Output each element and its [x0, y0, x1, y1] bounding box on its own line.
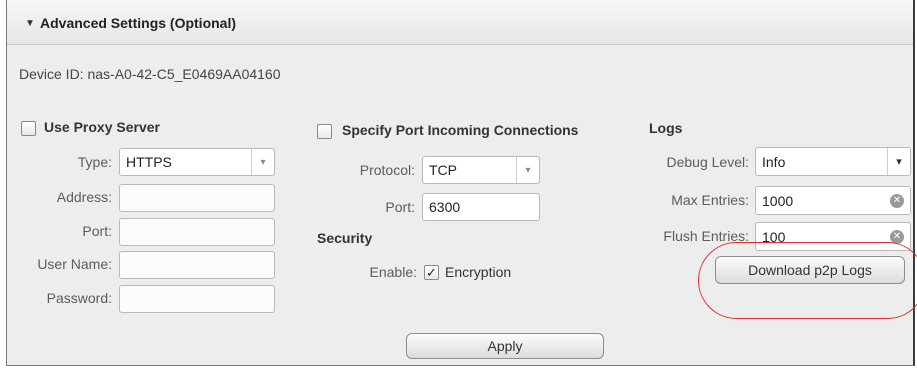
- use-proxy-checkbox[interactable]: [21, 121, 36, 136]
- max-entries-value: 1000: [762, 192, 794, 209]
- encryption-label: Encryption: [445, 264, 512, 280]
- proxy-password-input[interactable]: [119, 285, 275, 313]
- protocol-value: TCP: [429, 162, 457, 178]
- use-proxy-label: Use Proxy Server: [44, 119, 160, 135]
- port-value: 6300: [429, 199, 461, 215]
- port-label: Port:: [385, 199, 415, 215]
- chevron-down-icon[interactable]: ▾: [251, 149, 274, 175]
- proxy-port-input[interactable]: [119, 218, 275, 246]
- protocol-label: Protocol:: [359, 162, 415, 178]
- download-p2p-logs-button[interactable]: Download p2p Logs: [715, 256, 905, 284]
- proxy-address-label: Address:: [56, 189, 112, 205]
- apply-button[interactable]: Apply: [406, 333, 604, 359]
- debug-level-label: Debug Level:: [666, 154, 749, 170]
- proxy-type-select[interactable]: HTTPS ▾: [119, 148, 275, 176]
- advanced-settings-panel: ▼ Advanced Settings (Optional) Device ID…: [6, 0, 917, 366]
- chevron-down-icon[interactable]: ▾: [516, 157, 539, 183]
- checkmark-icon: ✓: [426, 265, 437, 280]
- specify-port-label: Specify Port Incoming Connections: [342, 122, 579, 138]
- max-entries-label: Max Entries:: [671, 192, 749, 208]
- proxy-address-input[interactable]: [119, 184, 275, 212]
- security-enable-label: Enable:: [369, 264, 417, 280]
- logs-title: Logs: [649, 120, 683, 136]
- max-entries-input[interactable]: 1000 ✕: [755, 186, 911, 215]
- specify-port-checkbox[interactable]: [317, 124, 332, 139]
- encryption-checkbox[interactable]: ✓: [424, 265, 439, 280]
- proxy-type-label: Type:: [77, 154, 112, 170]
- debug-level-select[interactable]: Info ▾: [755, 147, 911, 176]
- port-input[interactable]: 6300: [422, 193, 540, 221]
- proxy-port-label: Port:: [82, 223, 112, 239]
- chevron-down-icon[interactable]: ▾: [887, 148, 910, 175]
- device-id-row: Device ID: nas-A0-42-C5_E0469AA04160: [19, 66, 281, 82]
- triangle-down-icon[interactable]: ▼: [25, 18, 35, 29]
- debug-level-value: Info: [762, 153, 786, 170]
- proxy-type-value: HTTPS: [126, 154, 172, 170]
- proxy-username-label: User Name:: [37, 256, 112, 272]
- device-id-label: Device ID:: [19, 66, 84, 82]
- flush-entries-label: Flush Entries:: [663, 228, 749, 244]
- proxy-password-label: Password:: [46, 290, 112, 306]
- panel-title: Advanced Settings (Optional): [40, 15, 237, 31]
- security-title: Security: [317, 230, 373, 246]
- proxy-username-input[interactable]: [119, 251, 275, 279]
- device-id-value: nas-A0-42-C5_E0469AA04160: [87, 66, 281, 82]
- clear-icon[interactable]: ✕: [890, 193, 904, 208]
- protocol-select[interactable]: TCP ▾: [422, 156, 540, 184]
- panel-header[interactable]: ▼ Advanced Settings (Optional): [7, 0, 913, 45]
